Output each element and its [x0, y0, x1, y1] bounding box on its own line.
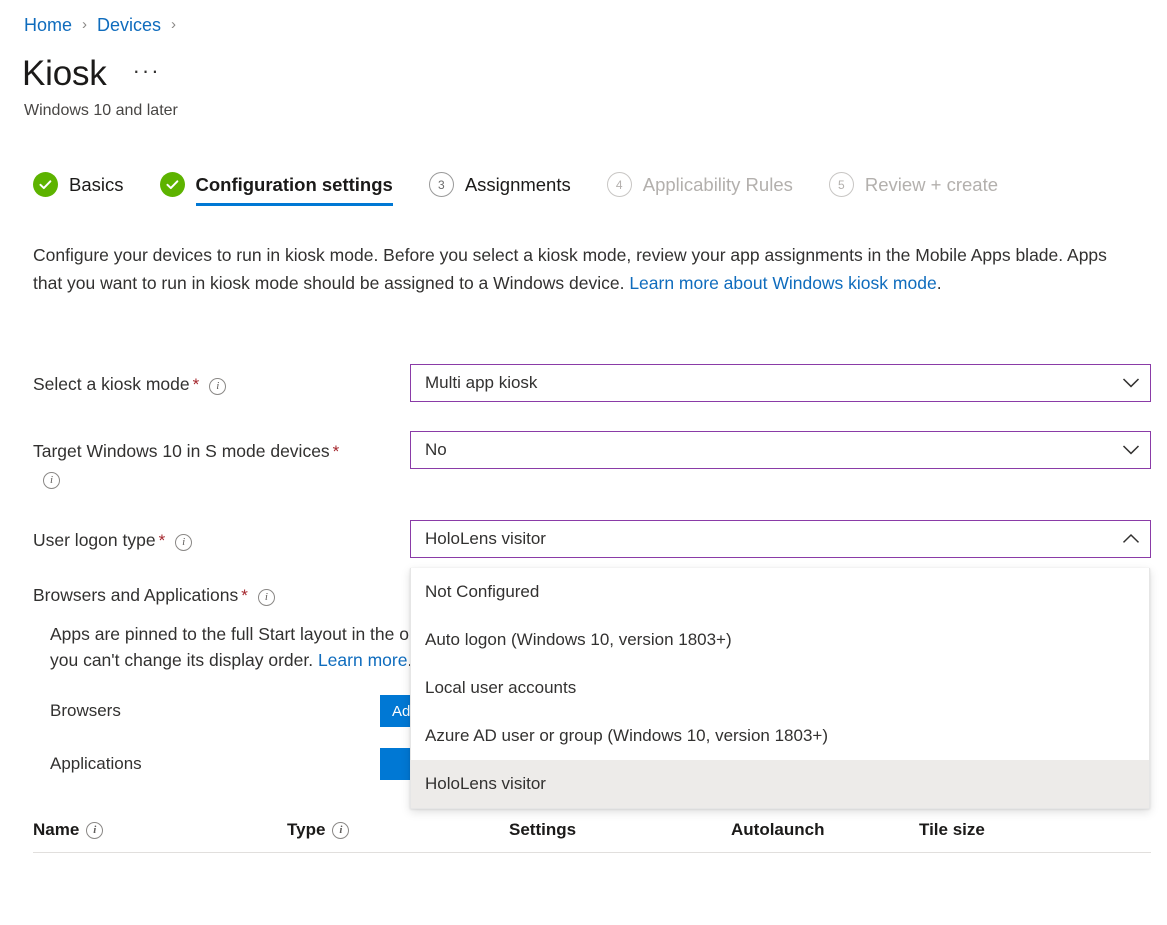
field-label: Target Windows 10 in S mode devices* i — [33, 431, 410, 491]
row-label: Applications — [50, 754, 380, 774]
kiosk-mode-dropdown[interactable]: Multi app kiosk — [410, 364, 1151, 402]
column-header-name: Namei — [33, 820, 287, 840]
more-options-icon[interactable]: ··· — [129, 58, 165, 90]
dropdown-option-not-configured[interactable]: Not Configured — [411, 568, 1149, 616]
intro-description: Configure your devices to run in kiosk m… — [33, 241, 1111, 297]
chevron-up-icon — [1122, 533, 1140, 545]
wizard-step-label: Assignments — [465, 173, 571, 197]
wizard-step-label: Basics — [69, 173, 124, 197]
active-step-underline — [196, 203, 393, 206]
kiosk-mode-learn-more-link[interactable]: Learn more about Windows kiosk mode — [629, 273, 936, 293]
column-header-type: Typei — [287, 820, 509, 840]
dropdown-option-hololens-visitor[interactable]: HoloLens visitor — [411, 760, 1149, 808]
s-mode-value: No — [425, 439, 447, 461]
user-logon-type-options-list: Not Configured Auto logon (Windows 10, v… — [410, 568, 1150, 809]
page-header: Kiosk ··· — [22, 53, 165, 95]
s-mode-dropdown[interactable]: No — [410, 431, 1151, 469]
check-circle-icon — [33, 172, 58, 197]
chevron-down-icon — [1122, 444, 1140, 456]
wizard-steps: Basics Configuration settings 3 Assignme… — [33, 172, 1034, 206]
field-label-text: Target Windows 10 in S mode devices — [33, 441, 330, 461]
info-icon[interactable]: i — [209, 378, 226, 395]
column-header-label: Name — [33, 820, 79, 840]
required-asterisk: * — [193, 375, 200, 394]
dropdown-option-local-user-accounts[interactable]: Local user accounts — [411, 664, 1149, 712]
column-header-label: Autolaunch — [731, 820, 825, 840]
chevron-right-icon: › — [171, 14, 176, 36]
info-icon[interactable]: i — [43, 472, 60, 489]
wizard-step-applicability-rules: 4 Applicability Rules — [607, 172, 793, 206]
field-s-mode: Target Windows 10 in S mode devices* i N… — [33, 431, 1151, 491]
wizard-step-basics[interactable]: Basics — [33, 172, 124, 206]
breadcrumb-item-home[interactable]: Home — [24, 14, 72, 36]
page-subtitle: Windows 10 and later — [24, 100, 178, 121]
required-asterisk: * — [159, 531, 166, 550]
field-label-text: Select a kiosk mode — [33, 374, 190, 394]
wizard-step-label: Applicability Rules — [643, 173, 793, 197]
table-header-row: Namei Typei Settings Autolaunch Tile siz… — [33, 808, 1151, 853]
breadcrumb-item-devices[interactable]: Devices — [97, 14, 161, 36]
info-icon[interactable]: i — [332, 822, 349, 839]
step-number-badge: 4 — [607, 172, 632, 197]
check-circle-icon — [160, 172, 185, 197]
field-label-text: User logon type — [33, 530, 156, 550]
required-asterisk: * — [333, 442, 340, 461]
field-kiosk-mode: Select a kiosk mode* i Multi app kiosk — [33, 364, 1151, 402]
column-header-settings: Settings — [509, 820, 731, 840]
dropdown-option-auto-logon[interactable]: Auto logon (Windows 10, version 1803+) — [411, 616, 1149, 664]
info-icon[interactable]: i — [258, 589, 275, 606]
column-header-label: Tile size — [919, 820, 985, 840]
info-icon[interactable]: i — [175, 534, 192, 551]
column-header-label: Type — [287, 820, 325, 840]
step-number-badge: 5 — [829, 172, 854, 197]
chevron-right-icon: › — [82, 14, 87, 36]
row-label: Browsers — [50, 701, 380, 721]
wizard-step-review-create: 5 Review + create — [829, 172, 998, 206]
field-label: Select a kiosk mode* i — [33, 364, 410, 398]
step-number-badge: 3 — [429, 172, 454, 197]
intro-text-end: . — [937, 273, 942, 293]
intro-text: Configure your devices to run in kiosk m… — [33, 245, 1107, 293]
user-logon-type-value: HoloLens visitor — [425, 528, 546, 550]
breadcrumb: Home › Devices › — [24, 14, 186, 36]
chevron-down-icon — [1122, 377, 1140, 389]
dropdown-option-azure-ad-user-or-group[interactable]: Azure AD user or group (Windows 10, vers… — [411, 712, 1149, 760]
apps-learn-more-link[interactable]: Learn more — [318, 650, 408, 670]
apps-table: Namei Typei Settings Autolaunch Tile siz… — [33, 808, 1151, 853]
column-header-tile-size: Tile size — [919, 820, 1099, 840]
wizard-step-label: Review + create — [865, 173, 998, 197]
required-asterisk: * — [241, 586, 248, 605]
kiosk-mode-value: Multi app kiosk — [425, 372, 537, 394]
info-icon[interactable]: i — [86, 822, 103, 839]
user-logon-type-dropdown[interactable]: HoloLens visitor — [410, 520, 1151, 558]
page-title: Kiosk — [22, 53, 107, 95]
wizard-step-assignments[interactable]: 3 Assignments — [429, 172, 571, 206]
section-title-text: Browsers and Applications — [33, 585, 238, 605]
field-user-logon-type: User logon type* i HoloLens visitor — [33, 520, 1151, 558]
column-header-autolaunch: Autolaunch — [731, 820, 919, 840]
wizard-step-label: Configuration settings — [196, 173, 393, 197]
field-label: User logon type* i — [33, 520, 410, 554]
column-header-label: Settings — [509, 820, 576, 840]
wizard-step-configuration-settings[interactable]: Configuration settings — [160, 172, 393, 206]
